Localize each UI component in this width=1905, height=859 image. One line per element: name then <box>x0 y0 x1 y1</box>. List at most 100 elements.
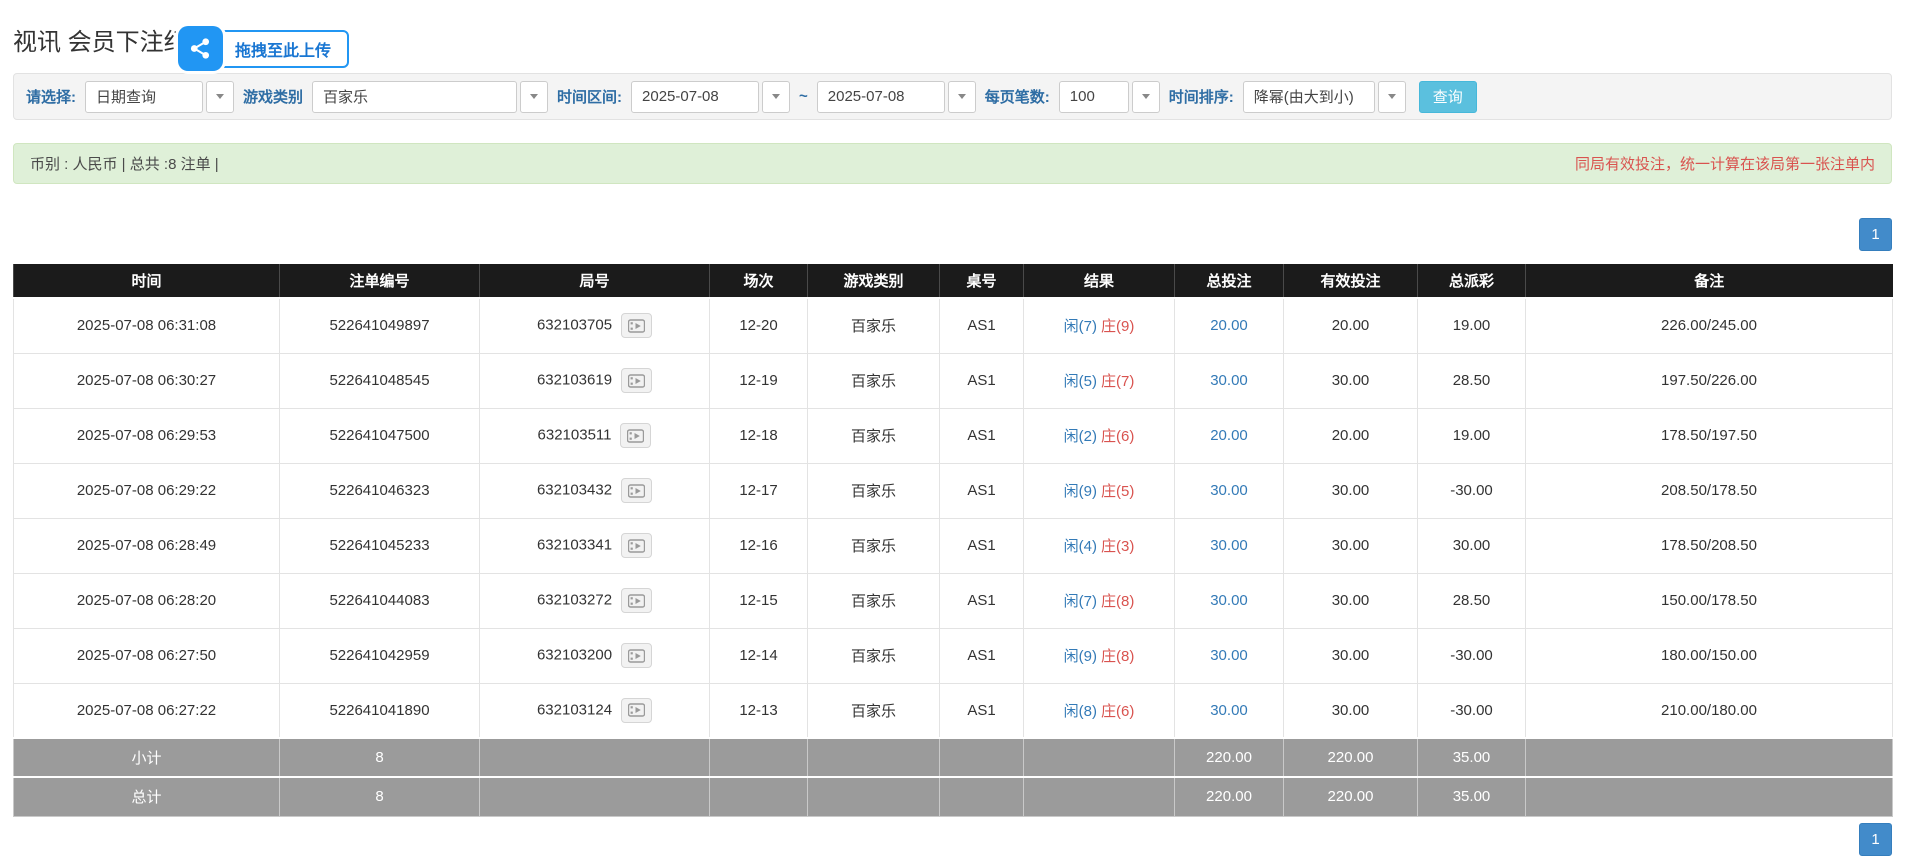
date-to-value[interactable]: 2025-07-08 <box>817 81 945 113</box>
time-sort-dropdown-button[interactable] <box>1378 81 1406 113</box>
table-body: 2025-07-08 06:31:08 522641049897 6321037… <box>14 298 1893 738</box>
cell-payout: -30.00 <box>1418 683 1526 738</box>
cell-payout: 19.00 <box>1418 298 1526 353</box>
total-bet-link[interactable]: 30.00 <box>1210 482 1248 499</box>
video-replay-icon <box>628 374 645 388</box>
cell-round-id: 632103341 <box>480 518 710 573</box>
column-header: 场次 <box>710 264 808 298</box>
page-1-button[interactable]: 1 <box>1859 218 1892 251</box>
game-type-dropdown-button[interactable] <box>520 81 548 113</box>
summary-valid-bet: 220.00 <box>1284 777 1418 816</box>
page-1-button[interactable]: 1 <box>1859 823 1892 856</box>
total-bet-link[interactable]: 30.00 <box>1210 592 1248 609</box>
cell-game-type: 百家乐 <box>808 408 940 463</box>
date-from-value[interactable]: 2025-07-08 <box>631 81 759 113</box>
summary-row: 总计 8 220.00 220.00 35.00 <box>14 777 1893 816</box>
page-size-value[interactable]: 100 <box>1059 81 1129 113</box>
cell-table-no: AS1 <box>940 518 1024 573</box>
cell-table-no: AS1 <box>940 408 1024 463</box>
page-size-dropdown-button[interactable] <box>1132 81 1160 113</box>
total-bet-link[interactable]: 20.00 <box>1210 427 1248 444</box>
total-bet-link[interactable]: 30.00 <box>1210 647 1248 664</box>
cell-table-no: AS1 <box>940 628 1024 683</box>
cell-result: 闲(2)庄(6) <box>1024 408 1175 463</box>
cell-valid-bet: 20.00 <box>1284 408 1418 463</box>
date-from-dropdown-button[interactable] <box>762 81 790 113</box>
cell-valid-bet: 30.00 <box>1284 573 1418 628</box>
table-row: 2025-07-08 06:29:22 522641046323 6321034… <box>14 463 1893 518</box>
select-mode-dropdown-button[interactable] <box>206 81 234 113</box>
caret-down-icon <box>216 94 224 99</box>
table-footer: 小计 8 220.00 220.00 35.00 总计 8 <box>14 738 1893 816</box>
video-replay-icon <box>628 539 645 553</box>
pagination-bottom: 1 <box>1859 823 1892 856</box>
summary-payout: 35.00 <box>1418 738 1526 777</box>
video-replay-button[interactable] <box>621 368 652 393</box>
total-bet-link[interactable]: 30.00 <box>1210 702 1248 719</box>
game-type-combo: 百家乐 <box>312 81 548 113</box>
date-to-dropdown-button[interactable] <box>948 81 976 113</box>
cell-bet-id: 522641045233 <box>280 518 480 573</box>
page-size-combo: 100 <box>1059 81 1160 113</box>
column-header: 时间 <box>14 264 280 298</box>
cell-time: 2025-07-08 06:30:27 <box>14 353 280 408</box>
video-replay-button[interactable] <box>621 643 652 668</box>
cell-note: 226.00/245.00 <box>1526 298 1893 353</box>
table-row: 2025-07-08 06:27:50 522641042959 6321032… <box>14 628 1893 683</box>
cell-total-bet: 20.00 <box>1175 298 1284 353</box>
cell-result: 闲(4)庄(3) <box>1024 518 1175 573</box>
summary-total-bet: 220.00 <box>1175 738 1284 777</box>
summary-valid-bet: 220.00 <box>1284 738 1418 777</box>
total-bet-link[interactable]: 20.00 <box>1210 317 1248 334</box>
summary-row: 小计 8 220.00 220.00 35.00 <box>14 738 1893 777</box>
time-sort-value[interactable]: 降幂(由大到小) <box>1243 81 1375 113</box>
video-replay-button[interactable] <box>620 423 651 448</box>
summary-count: 8 <box>280 777 480 816</box>
video-replay-button[interactable] <box>621 698 652 723</box>
cell-total-bet: 30.00 <box>1175 518 1284 573</box>
cell-payout: 19.00 <box>1418 408 1526 463</box>
search-button[interactable]: 查询 <box>1419 81 1477 113</box>
total-bet-link[interactable]: 30.00 <box>1210 372 1248 389</box>
cell-game-type: 百家乐 <box>808 573 940 628</box>
currency-total-text: 币别 : 人民币 | 总共 :8 注单 | <box>30 153 219 174</box>
cell-round-id: 632103511 <box>480 408 710 463</box>
time-sort-label: 时间排序: <box>1169 86 1234 107</box>
select-mode-value[interactable]: 日期查询 <box>85 81 203 113</box>
total-bet-link[interactable]: 30.00 <box>1210 537 1248 554</box>
column-header: 结果 <box>1024 264 1175 298</box>
video-replay-button[interactable] <box>621 478 652 503</box>
result-banker: 庄(7) <box>1101 373 1134 390</box>
cell-session: 12-18 <box>710 408 808 463</box>
column-header: 有效投注 <box>1284 264 1418 298</box>
cell-session: 12-14 <box>710 628 808 683</box>
result-banker: 庄(9) <box>1101 318 1134 335</box>
video-replay-button[interactable] <box>621 588 652 613</box>
cell-session: 12-13 <box>710 683 808 738</box>
summary-bar: 币别 : 人民币 | 总共 :8 注单 | 同局有效投注，统一计算在该局第一张注… <box>13 143 1892 184</box>
column-header: 备注 <box>1526 264 1893 298</box>
cell-payout: 28.50 <box>1418 353 1526 408</box>
cell-payout: -30.00 <box>1418 463 1526 518</box>
date-range-separator: ~ <box>799 88 808 105</box>
video-replay-button[interactable] <box>621 313 652 338</box>
cell-total-bet: 30.00 <box>1175 573 1284 628</box>
column-header: 总派彩 <box>1418 264 1526 298</box>
cell-note: 208.50/178.50 <box>1526 463 1893 518</box>
round-number: 632103272 <box>537 591 612 608</box>
video-replay-icon <box>628 594 645 608</box>
upload-dropzone[interactable]: 拖拽至此上传 <box>178 26 349 71</box>
cell-table-no: AS1 <box>940 353 1024 408</box>
caret-down-icon <box>958 94 966 99</box>
video-replay-button[interactable] <box>621 533 652 558</box>
summary-label: 总计 <box>14 777 280 816</box>
cell-payout: -30.00 <box>1418 628 1526 683</box>
table-head: 时间注单编号局号场次游戏类别桌号结果总投注有效投注总派彩备注 <box>14 264 1893 298</box>
result-player: 闲(5) <box>1064 373 1097 390</box>
game-type-label: 游戏类别 <box>243 86 303 107</box>
page-size-label: 每页笔数: <box>985 86 1050 107</box>
cell-table-no: AS1 <box>940 298 1024 353</box>
video-replay-icon <box>627 429 644 443</box>
date-to-combo: 2025-07-08 <box>817 81 976 113</box>
game-type-value[interactable]: 百家乐 <box>312 81 517 113</box>
